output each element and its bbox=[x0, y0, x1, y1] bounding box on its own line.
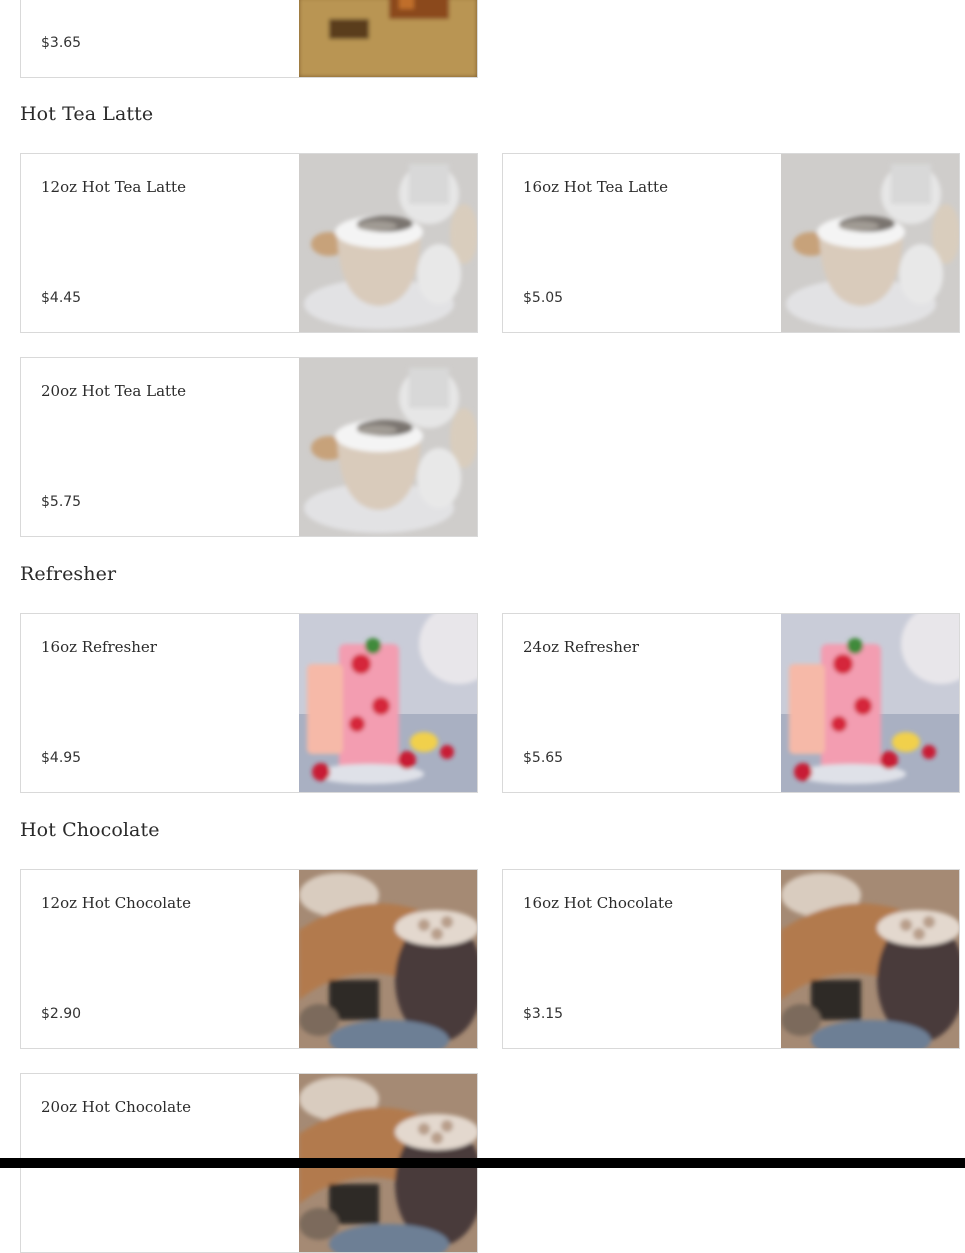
item-name: 16oz Hot Tea Latte bbox=[523, 178, 668, 196]
menu-item-card[interactable]: 16oz Hot Tea Latte $5.05 bbox=[502, 153, 960, 333]
menu-item-card[interactable]: 16oz Hot Chocolate $3.15 bbox=[502, 869, 960, 1049]
item-name: 12oz Hot Tea Latte bbox=[41, 178, 186, 196]
item-name: 20oz Hot Tea Latte bbox=[41, 382, 186, 400]
item-name: 16oz Hot Chocolate bbox=[523, 894, 673, 912]
tea-latte-photo bbox=[781, 154, 959, 332]
item-price: $3.15 bbox=[523, 1006, 564, 1022]
menu-item-card[interactable]: 24oz Refresher $5.65 bbox=[502, 613, 960, 793]
hot-chocolate-photo bbox=[781, 870, 959, 1048]
item-name: 20oz Hot Chocolate bbox=[41, 1098, 191, 1116]
hot-chocolate-photo bbox=[299, 870, 477, 1048]
refresher-photo bbox=[299, 614, 477, 792]
section-title-hot-tea-latte: Hot Tea Latte bbox=[20, 103, 154, 125]
item-price: $3.65 bbox=[41, 35, 82, 51]
menu-item-card[interactable]: 16oz Refresher $4.95 bbox=[20, 613, 478, 793]
tea-drink-photo bbox=[299, 0, 477, 77]
tea-latte-photo bbox=[299, 154, 477, 332]
item-name: 24oz Refresher bbox=[523, 638, 639, 656]
item-price: $5.65 bbox=[523, 750, 564, 766]
section-title-hot-chocolate: Hot Chocolate bbox=[20, 819, 160, 841]
item-name: 16oz Refresher bbox=[41, 638, 157, 656]
item-price: $2.90 bbox=[41, 1006, 82, 1022]
refresher-photo bbox=[781, 614, 959, 792]
bottom-bar bbox=[0, 1158, 965, 1168]
item-price: $4.45 bbox=[41, 290, 82, 306]
tea-latte-photo bbox=[299, 358, 477, 536]
item-price: $5.05 bbox=[523, 290, 564, 306]
section-title-refresher: Refresher bbox=[20, 563, 117, 585]
item-price: $5.75 bbox=[41, 494, 82, 510]
menu-item-card[interactable]: 12oz Hot Tea Latte $4.45 bbox=[20, 153, 478, 333]
menu-item-card[interactable]: 12oz Hot Chocolate $2.90 bbox=[20, 869, 478, 1049]
menu-item-card-partial[interactable]: $3.65 bbox=[20, 0, 478, 78]
menu-item-card[interactable]: 20oz Hot Tea Latte $5.75 bbox=[20, 357, 478, 537]
item-name: 12oz Hot Chocolate bbox=[41, 894, 191, 912]
item-price: $4.95 bbox=[41, 750, 82, 766]
